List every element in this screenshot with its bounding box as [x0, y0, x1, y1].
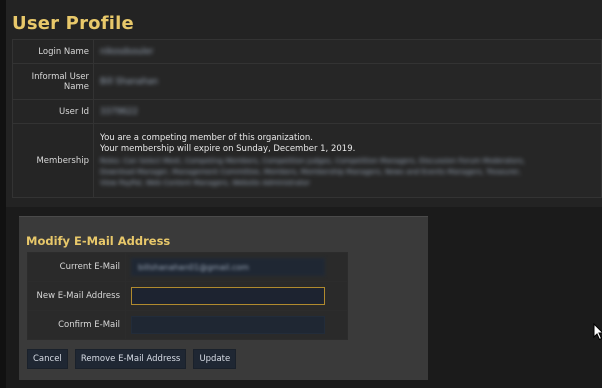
modify-email-title: Modify E-Mail Address — [26, 234, 171, 248]
profile-row-informal-name: Informal User Name Bill Shanahan — [12, 63, 602, 100]
user-id-label: User Id — [12, 99, 94, 124]
profile-row-membership: Membership You are a competing member of… — [12, 123, 602, 198]
login-name-value: nikosdsouler — [93, 39, 602, 64]
email-form-buttons: Cancel Remove E-Mail Address Update — [27, 349, 238, 369]
cancel-button[interactable]: Cancel — [27, 349, 68, 369]
confirm-email-field[interactable] — [131, 316, 325, 334]
current-email-label: Current E-Mail — [27, 252, 126, 282]
profile-row-login-name: Login Name nikosdsouler — [12, 39, 602, 64]
update-button[interactable]: Update — [193, 349, 237, 369]
modify-email-panel: Modify E-Mail Address Current E-Mail New… — [19, 216, 428, 380]
new-email-label: New E-Mail Address — [27, 281, 126, 311]
membership-roles-line-2: Download Manager, Management Committee, … — [100, 168, 521, 176]
login-name-label: Login Name — [12, 39, 94, 64]
informal-user-name-text: Bill Shanahan — [100, 76, 159, 87]
mouse-pointer-icon — [593, 323, 602, 341]
confirm-email-cell — [125, 310, 348, 340]
profile-table: Login Name nikosdsouler Informal User Na… — [12, 39, 602, 198]
informal-user-name-label: Informal User Name — [12, 63, 94, 100]
current-email-row: Current E-Mail — [27, 252, 348, 282]
page: User Profile Login Name nikosdsouler Inf… — [0, 0, 602, 388]
page-title: User Profile — [12, 13, 134, 34]
remove-email-button[interactable]: Remove E-Mail Address — [74, 349, 187, 369]
email-form-table: Current E-Mail New E-Mail Address Confir… — [27, 252, 348, 340]
new-email-field[interactable] — [131, 287, 325, 305]
confirm-email-label: Confirm E-Mail — [27, 310, 126, 340]
confirm-email-row: Confirm E-Mail — [27, 310, 348, 340]
user-id-text: 3379622 — [100, 106, 138, 117]
login-name-text: nikosdsouler — [100, 46, 154, 57]
membership-value: You are a competing member of this organ… — [93, 123, 602, 198]
new-email-cell — [125, 281, 348, 311]
user-id-value: 3379622 — [93, 99, 602, 124]
membership-roles-line-1: Roles: Can Select Meet, Competing Member… — [100, 157, 525, 165]
informal-user-name-value: Bill Shanahan — [93, 63, 602, 100]
membership-roles-line-3: View PayPal, Web Content Managers, Websi… — [100, 179, 310, 187]
profile-row-user-id: User Id 3379622 — [12, 99, 602, 124]
current-email-cell — [125, 252, 348, 282]
membership-expiry-text: Your membership will expire on Sunday, D… — [100, 144, 356, 154]
new-email-row: New E-Mail Address — [27, 281, 348, 311]
membership-status-text: You are a competing member of this organ… — [100, 133, 313, 143]
current-email-field[interactable] — [131, 258, 325, 276]
membership-label: Membership — [12, 123, 94, 198]
